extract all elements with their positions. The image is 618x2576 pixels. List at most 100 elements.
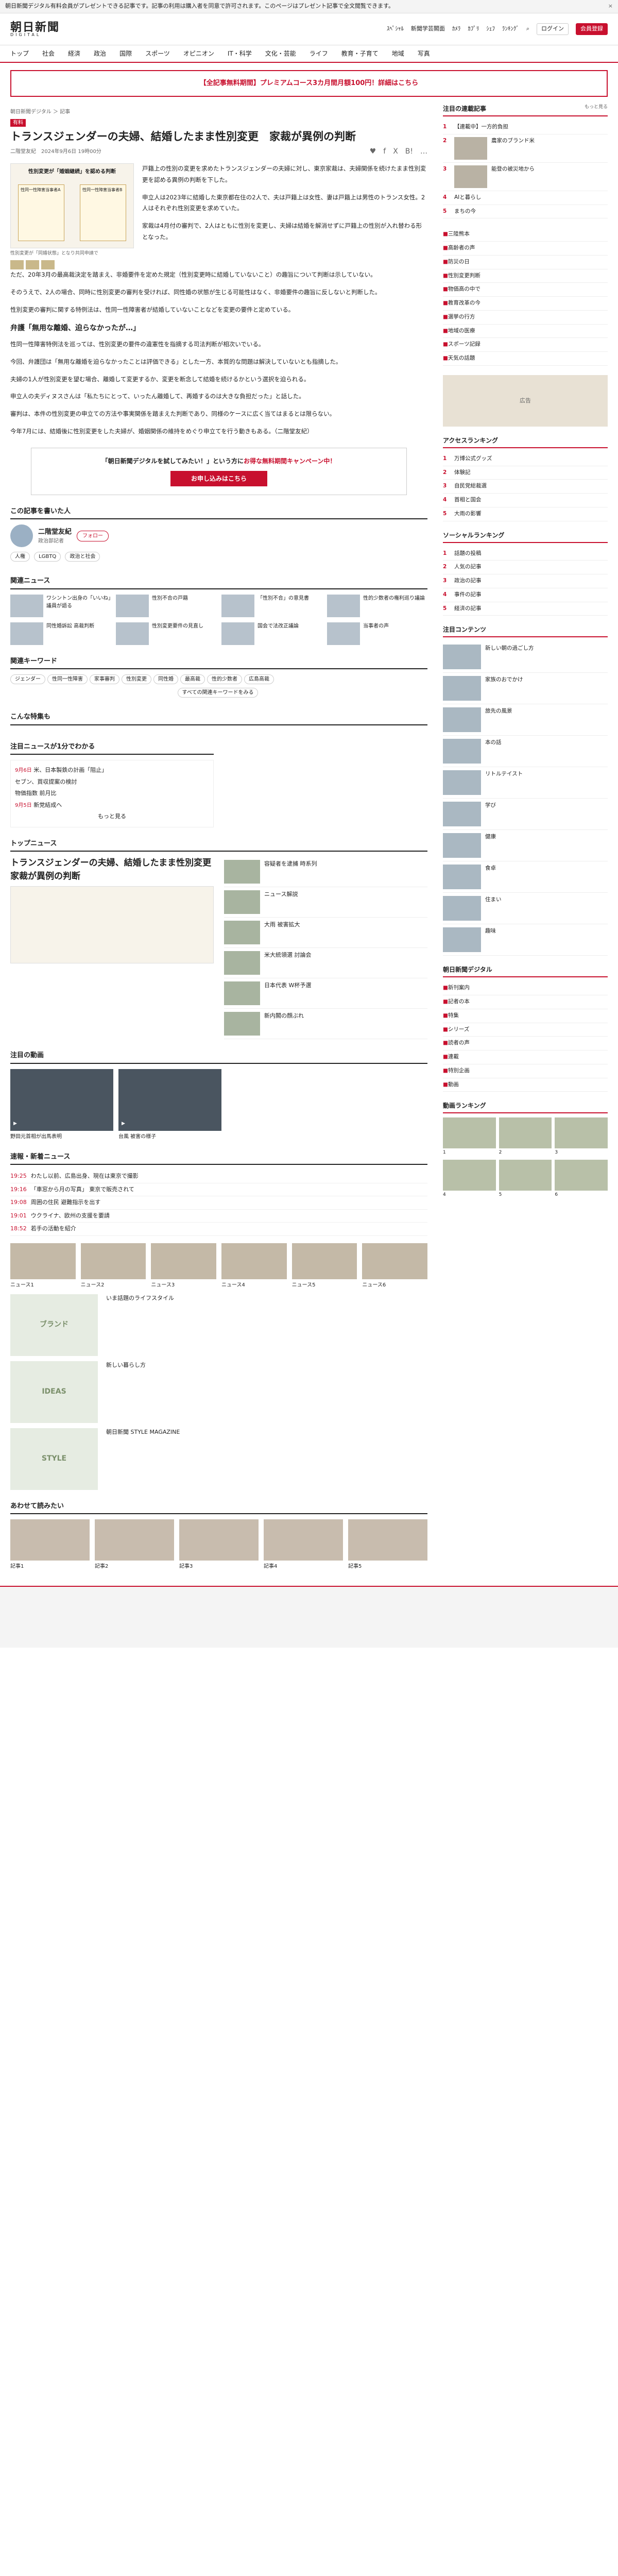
breaking-item[interactable]: 19:25 わたし以前、広島出身、現在は東京で撮影 — [10, 1170, 427, 1183]
all-keywords-link[interactable]: すべての関連キーワードをみる — [177, 688, 259, 698]
nav-item[interactable]: 地域 — [392, 49, 404, 58]
video-rank-item[interactable]: 5 — [499, 1159, 552, 1199]
content-item[interactable]: 本の話 — [443, 736, 608, 768]
related-item[interactable]: 性的少数者の権利巡り議論 — [327, 594, 427, 617]
related-item[interactable]: 同性婚訴訟 高裁判断 — [10, 622, 111, 645]
ranking-item[interactable]: 3 政治の記事 — [443, 574, 608, 588]
nav-item[interactable]: IT・科学 — [228, 49, 252, 58]
ad-block[interactable]: ブランド いま話題のライフスタイル — [10, 1294, 427, 1356]
news-item[interactable]: 大雨 被害拡大 — [224, 918, 427, 948]
nav-item[interactable]: トップ — [10, 49, 29, 58]
login-button[interactable]: ログイン — [537, 23, 569, 35]
sidebar-link[interactable]: 選挙の行方 — [443, 311, 608, 325]
content-item[interactable]: 住まい — [443, 893, 608, 925]
author-tag[interactable]: 政治と社会 — [65, 552, 100, 562]
breaking-item[interactable]: 19:01 ウクライナ、欧州の支援を要請 — [10, 1210, 427, 1223]
sidebar-link[interactable]: 教育改革の今 — [443, 297, 608, 311]
ad-block[interactable]: STYLE 朝日新聞 STYLE MAGAZINE — [10, 1428, 427, 1490]
avatar[interactable] — [10, 524, 33, 548]
keyword-pill[interactable]: ジェンダー — [10, 674, 45, 685]
news-item[interactable]: 容疑者を逮捕 時系列 — [224, 857, 427, 888]
author-tag[interactable]: 人権 — [10, 552, 30, 562]
sidebar-link[interactable]: 動画 — [443, 1078, 608, 1092]
ranking-item[interactable]: 3 自民党総裁選 — [443, 480, 608, 494]
sidebar-link[interactable]: スポーツ記録 — [443, 338, 608, 352]
sidebar-link[interactable]: 性別変更判断 — [443, 269, 608, 283]
header-link[interactable]: 新聞学芸閣面 — [411, 25, 445, 33]
pickup-more[interactable]: もっと見る — [15, 811, 209, 823]
nav-item[interactable]: ライフ — [310, 49, 328, 58]
breaking-item[interactable]: 19:16 「車窓から月の写真」 東京で販売されて — [10, 1183, 427, 1197]
recommend-item[interactable]: 記事3 — [179, 1519, 259, 1570]
register-button[interactable]: 会員登録 — [576, 23, 608, 35]
card[interactable]: ニュース4 — [221, 1243, 287, 1289]
related-item[interactable]: ワシントン出身の「いいね」議員が語る — [10, 594, 111, 617]
follow-button[interactable]: フォロー — [77, 530, 109, 541]
news-item[interactable]: 日本代表 W杯予選 — [224, 978, 427, 1009]
related-item[interactable]: 性別不合の戸籍 — [116, 594, 216, 617]
recommend-item[interactable]: 記事5 — [348, 1519, 427, 1570]
ranking-item[interactable]: 5 大雨の影響 — [443, 507, 608, 521]
top-news-lead[interactable]: トランスジェンダーの夫婦、結婚したまま性別変更 家裁が異例の判断 — [10, 857, 220, 883]
site-logo[interactable]: 朝日新聞 DIGITAL — [10, 22, 60, 37]
keyword-pill[interactable]: 性同一性障害 — [47, 674, 88, 685]
keyword-pill[interactable]: 性別変更 — [122, 674, 151, 685]
keyword-pill[interactable]: 性的少数者 — [207, 674, 242, 685]
nav-item[interactable]: 文化・芸能 — [265, 49, 296, 58]
subscribe-button[interactable]: お申し込みはこちら — [170, 470, 267, 486]
content-item[interactable]: 家族のおでかけ — [443, 673, 608, 705]
keyword-pill[interactable]: 家事審判 — [90, 674, 119, 685]
figure-thumbnails[interactable] — [10, 260, 134, 270]
promo-banner[interactable]: 【全記事無料期間】プレミアムコース3カ月間月額100円！詳細はこちら — [10, 70, 608, 97]
like-icon[interactable]: ♥ — [370, 146, 376, 157]
more-icon[interactable]: … — [420, 146, 427, 157]
sidebar-link[interactable]: 連載 — [443, 1050, 608, 1064]
content-item[interactable]: 食卓 — [443, 861, 608, 893]
sidebar-ad[interactable]: 広告 — [443, 375, 608, 427]
pickup-item[interactable]: 9月5日 新党結成へ — [15, 800, 209, 811]
article-figure[interactable]: 性別変更が「婚姻継続」を認める判断 性同一性障害当事者A 性同一性障害当事者B … — [10, 163, 134, 270]
pickup-item[interactable]: セブン、買収提案の検討 — [15, 776, 209, 788]
sidebar-link[interactable]: シリーズ — [443, 1023, 608, 1037]
ranking-item[interactable]: 5 まちの今 — [443, 205, 608, 219]
sidebar-link[interactable]: 天気の話題 — [443, 352, 608, 366]
video-rank-item[interactable]: 1 — [443, 1117, 496, 1157]
content-item[interactable]: 健康 — [443, 830, 608, 862]
search-icon[interactable]: ⌕ — [526, 25, 529, 33]
video-thumbnail[interactable]: ▶ — [118, 1069, 221, 1131]
ranking-item[interactable]: 2 農家のブランド米 — [443, 134, 608, 163]
breadcrumb[interactable]: 朝日新聞デジタル ＞ 記事 — [10, 108, 427, 116]
ranking-item[interactable]: 4 AIと暮らし — [443, 191, 608, 205]
sidebar-link[interactable]: 新刊案内 — [443, 981, 608, 995]
nav-item[interactable]: 社会 — [42, 49, 55, 58]
breaking-item[interactable]: 19:08 周囲の住民 避難指示を出す — [10, 1196, 427, 1210]
related-item[interactable]: 当事者の声 — [327, 622, 427, 645]
related-item[interactable]: 国会で法改正議論 — [221, 622, 322, 645]
facebook-icon[interactable]: f — [383, 146, 386, 157]
video-thumbnail[interactable]: ▶ — [10, 1069, 113, 1131]
ranking-item[interactable]: 5 経済の記事 — [443, 602, 608, 616]
news-item[interactable]: 米大統領選 討論会 — [224, 948, 427, 979]
card[interactable]: ニュース3 — [151, 1243, 216, 1289]
author-name[interactable]: 二階堂友紀 — [38, 527, 72, 537]
hatena-icon[interactable]: B! — [405, 146, 413, 157]
pickup-item[interactable]: 物価指数 前月比 — [15, 788, 209, 800]
video-rank-item[interactable]: 2 — [499, 1117, 552, 1157]
pickup-item[interactable]: 9月6日 米、日本製鉄の計画「阻止」 — [15, 765, 209, 776]
header-link[interactable]: ｼｪﾌ — [486, 25, 495, 33]
top-news-figure[interactable] — [10, 886, 214, 964]
related-item[interactable]: 性別変更要件の見直し — [116, 622, 216, 645]
ranking-item[interactable]: 2 人気の記事 — [443, 561, 608, 574]
recommend-item[interactable]: 記事2 — [95, 1519, 174, 1570]
header-link[interactable]: ｶﾒﾗ — [452, 25, 461, 33]
sidebar-link[interactable]: 特集 — [443, 1009, 608, 1023]
nav-item[interactable]: オピニオン — [183, 49, 214, 58]
sidebar-link[interactable]: 物価高の中で — [443, 283, 608, 297]
sidebar-link[interactable]: 高齢者の声 — [443, 242, 608, 256]
breaking-item[interactable]: 18:52 若手の活動を紹介 — [10, 1223, 427, 1236]
nav-item[interactable]: 経済 — [68, 49, 80, 58]
content-item[interactable]: 学び — [443, 799, 608, 831]
related-item[interactable]: 「性別不合」の意見書 — [221, 594, 322, 617]
nav-item[interactable]: 国際 — [119, 49, 132, 58]
video-rank-item[interactable]: 3 — [555, 1117, 608, 1157]
